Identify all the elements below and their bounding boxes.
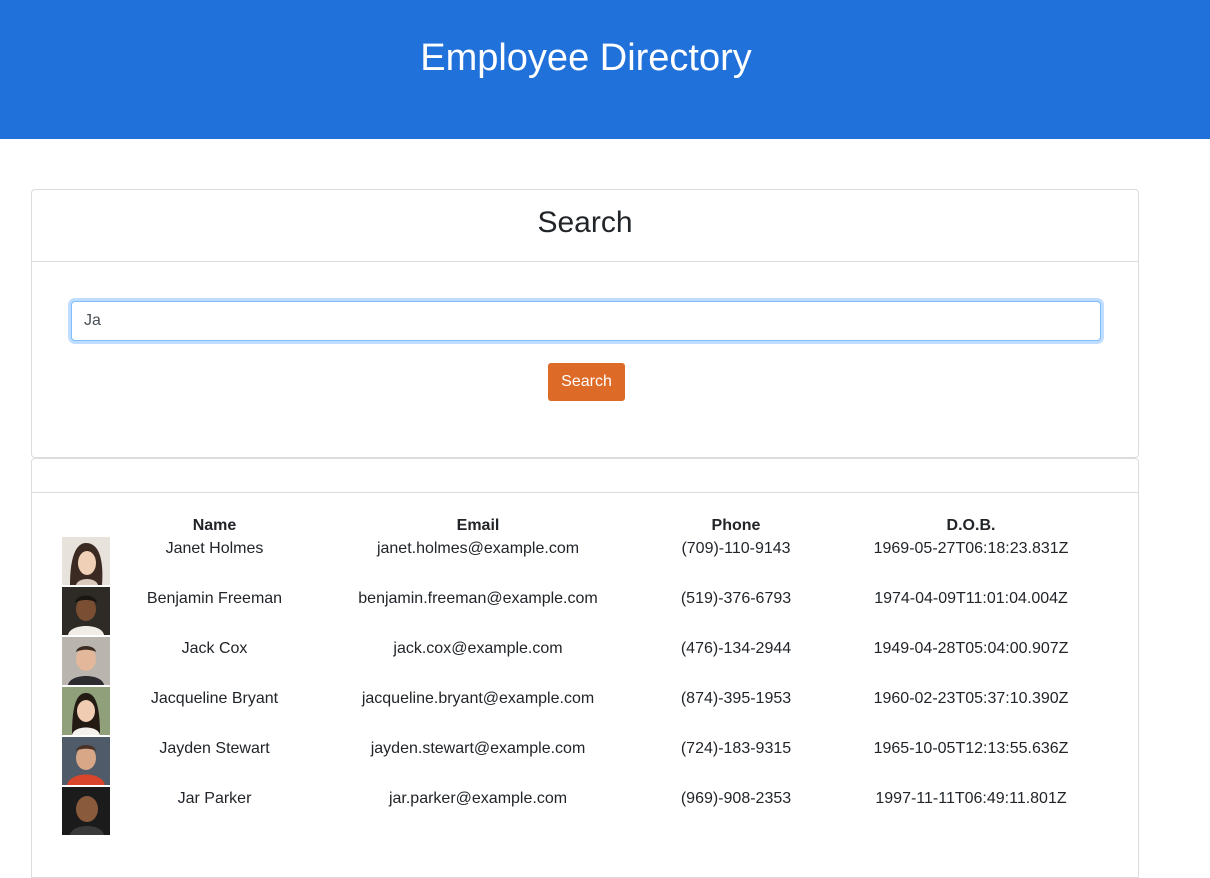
employee-name: Jayden Stewart [159,740,270,757]
employee-email: jack.cox@example.com [393,640,563,657]
employee-table: Name Email Phone D.O.B. Janet Holmes jan… [62,511,1107,837]
employee-email: jacqueline.bryant@example.com [361,690,595,707]
employee-dob: 1969-05-27T06:18:23.831Z [873,540,1069,557]
table-row: Benjamin Freeman benjamin.freeman@exampl… [62,587,1107,637]
employee-phone: (724)-183-9315 [680,740,792,757]
avatar [62,537,110,585]
photo-cell [62,637,110,687]
avatar [62,687,110,735]
photo-column-header [62,511,110,537]
search-button[interactable]: Search [548,363,625,401]
avatar [62,737,110,785]
table-row: Jack Cox jack.cox@example.com (476)-134-… [62,637,1107,687]
table-row: Jar Parker jar.parker@example.com (969)-… [62,787,1107,837]
employee-dob: 1974-04-09T11:01:04.004Z [874,590,1068,607]
results-card: Name Email Phone D.O.B. Janet Holmes jan… [31,458,1139,878]
employee-phone: (969)-908-2353 [680,790,792,807]
employee-phone: (709)-110-9143 [681,540,791,557]
search-card: Search Search [31,189,1139,458]
avatar [62,587,110,635]
employee-dob: 1965-10-05T12:13:55.636Z [873,740,1069,757]
table-header-row: Name Email Phone D.O.B. [62,511,1107,537]
employee-email: janet.holmes@example.com [376,540,580,557]
avatar [62,787,110,835]
employee-phone: (476)-134-2944 [680,640,792,657]
search-input[interactable] [71,301,1101,341]
table-row: Jacqueline Bryant jacqueline.bryant@exam… [62,687,1107,737]
employee-dob: 1960-02-23T05:37:10.390Z [873,690,1069,707]
results-card-header [32,459,1138,493]
employee-dob: 1949-04-28T05:04:00.907Z [873,640,1069,657]
photo-cell [62,737,110,787]
employee-email: benjamin.freeman@example.com [358,590,598,607]
photo-cell [62,537,110,587]
dob-column-header[interactable]: D.O.B. [835,511,1107,537]
employee-phone: (519)-376-6793 [680,590,792,607]
phone-column-header[interactable]: Phone [637,511,835,537]
employee-name: Jacqueline Bryant [150,690,279,707]
employee-name: Benjamin Freeman [146,590,283,607]
email-column-header[interactable]: Email [319,511,637,537]
avatar [62,637,110,685]
employee-email: jar.parker@example.com [388,790,568,807]
search-card-header: Search [32,190,1138,262]
search-title: Search [537,206,633,239]
employee-name: Jar Parker [177,790,252,807]
employee-email: jayden.stewart@example.com [370,740,586,757]
photo-cell [62,787,110,837]
employee-name: Janet Holmes [165,540,264,557]
photo-cell [62,687,110,737]
photo-cell [62,587,110,637]
employee-name: Jack Cox [181,640,248,657]
table-row: Jayden Stewart jayden.stewart@example.co… [62,737,1107,787]
table-row: Janet Holmes janet.holmes@example.com (7… [62,537,1107,587]
employee-dob: 1997-11-11T06:49:11.801Z [875,790,1067,807]
employee-phone: (874)-395-1953 [680,690,792,707]
page-header: Employee Directory [0,0,1210,139]
name-column-header[interactable]: Name [110,511,319,537]
page-title: Employee Directory [420,37,752,79]
